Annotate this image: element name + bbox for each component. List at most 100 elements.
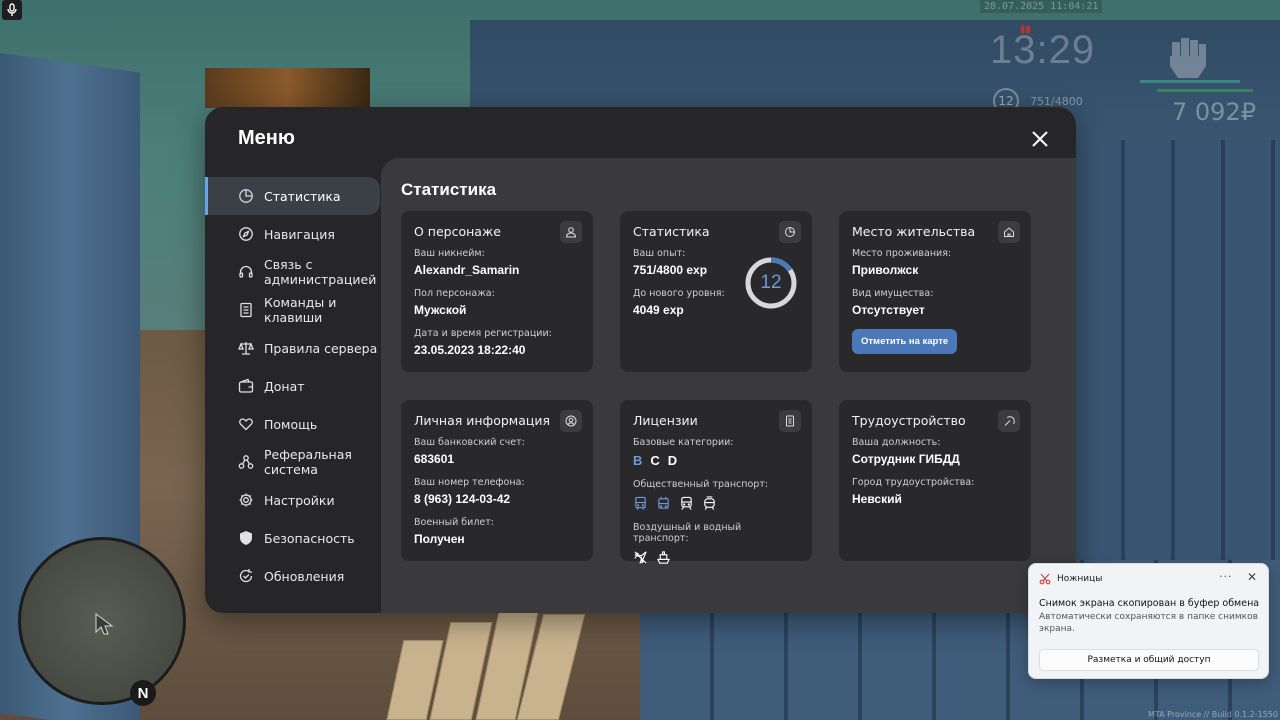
military-id-label: Военный билет: bbox=[414, 517, 494, 528]
compass-icon bbox=[238, 226, 254, 242]
sidebar-item-label: Навигация bbox=[264, 226, 335, 242]
bus-icon bbox=[635, 496, 646, 510]
toast-message: Снимок экрана скопирован в буфер обмена bbox=[1039, 598, 1260, 609]
toast-submessage: Автоматически сохраняются в папке снимко… bbox=[1039, 612, 1258, 634]
gender-value: Мужской bbox=[414, 303, 467, 317]
mark-on-map-button[interactable]: Отметить на карте bbox=[852, 329, 958, 354]
player-arrow-icon bbox=[95, 613, 114, 635]
user-circle-icon bbox=[560, 410, 582, 432]
airplane-icon bbox=[634, 551, 647, 564]
build-watermark: MTA Province // Build 0.1.2-1550 bbox=[1148, 710, 1278, 719]
heart-hand-icon bbox=[238, 416, 254, 432]
sidebar-item-donate[interactable]: Донат bbox=[205, 367, 380, 405]
sidebar-item-rules[interactable]: Правила сервера bbox=[205, 329, 380, 367]
sidebar-item-security[interactable]: Безопасность bbox=[205, 519, 380, 557]
card-title: Статистика bbox=[633, 224, 710, 239]
level-number: 12 bbox=[760, 272, 782, 293]
hud-time: 13:29 bbox=[990, 28, 1096, 72]
card-character: О персонаже Ваш никнейм: Alexandr_Samari… bbox=[401, 211, 593, 372]
tram-icon bbox=[704, 496, 715, 510]
headset-icon bbox=[238, 264, 254, 280]
air-water-transport-icons bbox=[633, 550, 799, 565]
license-category-d: D bbox=[667, 453, 678, 468]
gear-icon bbox=[238, 492, 254, 508]
sidebar-item-label: Настройки bbox=[264, 492, 335, 508]
toast-header: Ножницы bbox=[1039, 573, 1102, 585]
sidebar-item-settings[interactable]: Настройки bbox=[205, 481, 380, 519]
background-picture bbox=[205, 68, 370, 108]
hud-armor-bar bbox=[1157, 89, 1253, 92]
public-transport-icons bbox=[633, 496, 799, 511]
content-panel: Статистика О персонаже Ваш никнейм: Alex… bbox=[381, 158, 1076, 613]
toast-more-button[interactable]: ··· bbox=[1219, 570, 1233, 583]
train-icon bbox=[681, 496, 692, 510]
phone-value: 8 (963) 124-03-42 bbox=[414, 492, 511, 506]
fist-icon bbox=[1170, 38, 1206, 78]
residence-value: Приволжск bbox=[852, 263, 919, 277]
sidebar-item-commands[interactable]: Команды и клавиши bbox=[205, 291, 380, 329]
microphone-icon bbox=[2, 0, 22, 20]
basic-categories: B C D bbox=[633, 453, 799, 468]
sidebar-item-help[interactable]: Помощь bbox=[205, 405, 380, 443]
sidebar-item-label: Статистика bbox=[264, 188, 341, 204]
hud-health-bar bbox=[1140, 80, 1240, 83]
public-transport-label: Общественный транспорт: bbox=[633, 479, 769, 490]
job-city-value: Невский bbox=[852, 492, 902, 506]
air-water-transport-label: Воздушный и водный транспорт: bbox=[633, 522, 742, 544]
card-employment: Трудоустройство Ваша должность: Сотрудни… bbox=[839, 400, 1031, 561]
license-category-b: B bbox=[633, 453, 643, 468]
sidebar-item-label: Связь с администрацией bbox=[264, 257, 377, 287]
markup-and-share-button[interactable]: Разметка и общий доступ bbox=[1039, 649, 1259, 671]
sidebar-item-label: Правила сервера bbox=[264, 340, 378, 356]
card-title: Место жительства bbox=[852, 224, 976, 239]
shield-icon bbox=[238, 530, 254, 546]
sidebar-item-updates[interactable]: Обновления bbox=[205, 557, 380, 595]
refresh-check-icon bbox=[238, 568, 254, 584]
minimap-north-indicator: N bbox=[130, 680, 156, 706]
id-card-icon bbox=[779, 410, 801, 432]
pie-chart-icon bbox=[779, 221, 801, 243]
boat-icon bbox=[656, 551, 671, 564]
bank-account-value: 683601 bbox=[414, 452, 455, 466]
pickaxe-icon bbox=[998, 410, 1020, 432]
sidebar-item-contact-admin[interactable]: Связь с администрацией bbox=[205, 253, 380, 291]
property-value: Отсутствует bbox=[852, 303, 925, 317]
position-value: Сотрудник ГИБДД bbox=[852, 452, 960, 466]
home-icon bbox=[998, 221, 1020, 243]
close-icon bbox=[1032, 131, 1048, 147]
toast-app-name: Ножницы bbox=[1057, 574, 1103, 584]
sidebar-item-statistics[interactable]: Статистика bbox=[205, 177, 380, 215]
card-personal: Личная информация Ваш банковский счет: 6… bbox=[401, 400, 593, 561]
registration-label: Дата и время регистрации: bbox=[414, 328, 552, 339]
sidebar-item-navigation[interactable]: Навигация bbox=[205, 215, 380, 253]
card-licenses: Лицензии Базовые категории: B C D Общест… bbox=[620, 400, 812, 564]
sidebar-item-label: Помощь bbox=[264, 416, 318, 432]
pie-chart-icon bbox=[238, 188, 254, 204]
content-title: Статистика bbox=[401, 180, 497, 199]
toast-close-button[interactable]: ✕ bbox=[1247, 570, 1257, 584]
hud-date: 28.07.2025 11:04:21 bbox=[980, 0, 1103, 13]
residence-label: Место проживания: bbox=[852, 248, 952, 259]
sidebar-item-label: Безопасность bbox=[264, 530, 355, 546]
close-button[interactable] bbox=[1028, 127, 1052, 151]
card-residence: Место жительства Место проживания: Приво… bbox=[839, 211, 1031, 372]
menu-window: Меню Статистика Навигация Связь с админи… bbox=[205, 107, 1076, 613]
sidebar-item-label: Команды и клавиши bbox=[264, 295, 337, 325]
nickname-label: Ваш никнейм: bbox=[414, 248, 485, 259]
background-lockers-right bbox=[1075, 140, 1280, 570]
scales-icon bbox=[238, 340, 254, 356]
trolleybus-icon bbox=[658, 496, 669, 509]
basic-categories-label: Базовые категории: bbox=[633, 437, 734, 448]
sidebar: Статистика Навигация Связь с администрац… bbox=[205, 177, 380, 595]
network-icon bbox=[238, 454, 254, 470]
sidebar-item-label: Донат bbox=[264, 378, 305, 394]
phone-label: Ваш номер телефона: bbox=[414, 477, 525, 488]
sidebar-item-referral[interactable]: Реферальная система bbox=[205, 443, 380, 481]
property-label: Вид имущества: bbox=[852, 288, 934, 299]
job-city-label: Город трудоустройства: bbox=[852, 477, 975, 488]
wallet-icon bbox=[238, 378, 254, 394]
position-label: Ваша должность: bbox=[852, 437, 941, 448]
scissors-icon bbox=[1039, 573, 1051, 585]
sidebar-item-label: Реферальная система bbox=[264, 447, 352, 477]
menu-title: Меню bbox=[238, 127, 295, 149]
